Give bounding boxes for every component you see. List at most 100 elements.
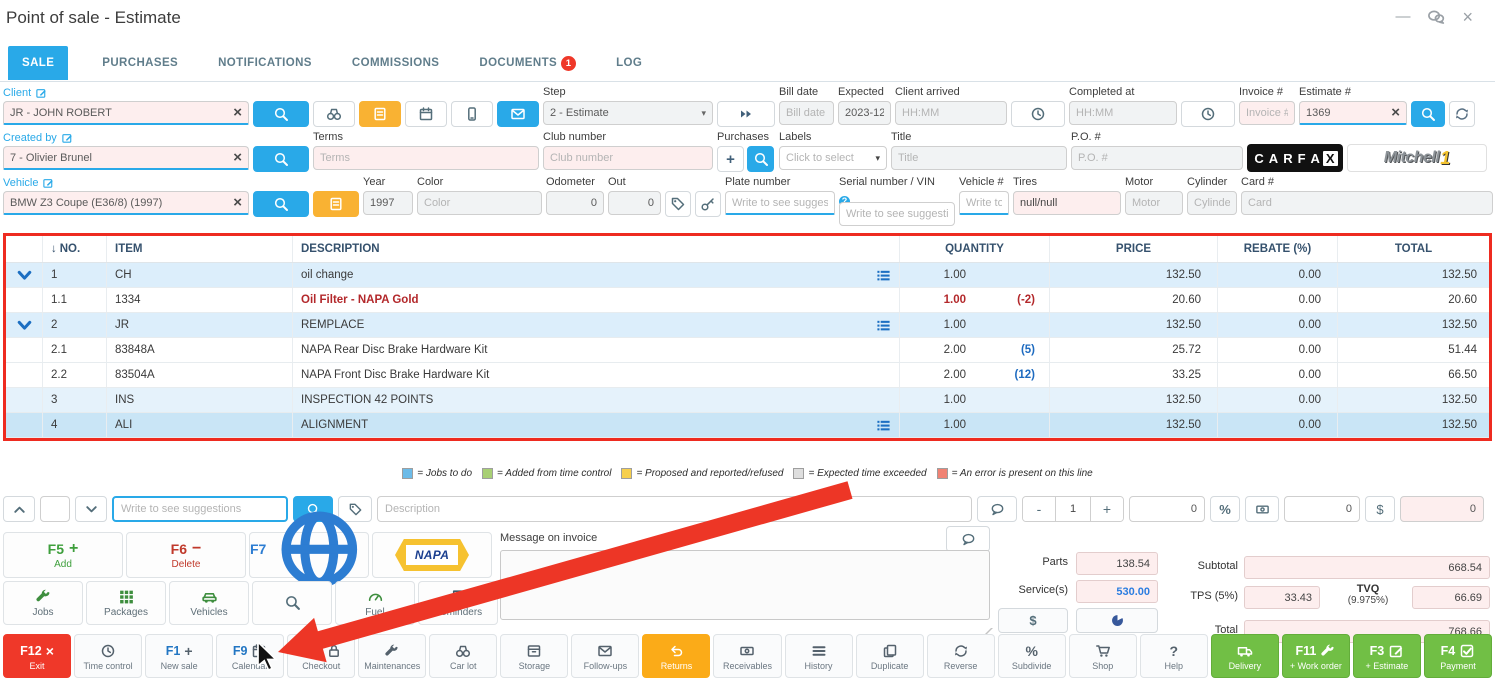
po-no-input[interactable] — [1071, 146, 1243, 170]
labels-value[interactable] — [786, 152, 871, 164]
invoice-no-input[interactable] — [1239, 101, 1295, 125]
tool-search-button[interactable] — [252, 581, 332, 625]
table-row-1[interactable]: 1CHoil change1.00132.500.00132.50 — [6, 263, 1489, 288]
tool-vehicles-button[interactable]: Vehicles — [169, 581, 249, 625]
table-row-2.1[interactable]: 2.183848ANAPA Rear Disc Brake Hardware K… — [6, 338, 1489, 363]
client-value[interactable] — [10, 107, 229, 119]
maintenances-button[interactable]: Maintenances — [358, 634, 426, 678]
terms-input[interactable] — [313, 146, 539, 170]
next-step-button[interactable] — [717, 101, 775, 127]
tab-commissions[interactable]: COMMISSIONS — [346, 46, 445, 80]
vehicle-input[interactable]: × — [3, 191, 249, 215]
terms-value[interactable] — [320, 152, 532, 164]
client-email-button[interactable] — [497, 101, 539, 127]
tool-packages-button[interactable]: Packages — [86, 581, 166, 625]
color-value[interactable] — [424, 197, 535, 209]
odometer-input[interactable] — [546, 191, 604, 215]
percent-button[interactable]: % — [1210, 496, 1240, 522]
column-rebate[interactable]: REBATE (%) — [1217, 236, 1337, 262]
plate-value[interactable] — [732, 197, 828, 209]
tires-value[interactable] — [1020, 197, 1114, 209]
completed-at-value[interactable] — [1076, 107, 1170, 119]
storage-button[interactable]: Storage — [500, 634, 568, 678]
po-no-value[interactable] — [1078, 152, 1236, 164]
client-note-button[interactable] — [359, 101, 401, 127]
title-value[interactable] — [898, 152, 1060, 164]
parts-button[interactable]: F7Parts — [249, 532, 369, 578]
arrived-clock-button[interactable] — [1011, 101, 1065, 127]
napa-button[interactable]: NAPA — [372, 532, 492, 578]
vehicle-search-button[interactable] — [253, 191, 309, 217]
line-comment-button[interactable] — [977, 496, 1017, 522]
odometer-value[interactable] — [553, 197, 597, 209]
expand-row-icon[interactable] — [16, 267, 33, 284]
tires-input[interactable] — [1013, 191, 1121, 215]
expand-row-icon[interactable] — [16, 317, 33, 334]
motor-value[interactable] — [1132, 197, 1176, 209]
created-by-input[interactable]: × — [3, 146, 249, 170]
F1-new-sale-button[interactable]: F1+New sale — [145, 634, 213, 678]
carfax-logo[interactable]: CARFAX — [1247, 144, 1343, 172]
row-menu-icon[interactable] — [876, 418, 891, 433]
edit-vehicle-icon[interactable] — [42, 177, 54, 189]
follow-ups-button[interactable]: Follow-ups — [571, 634, 639, 678]
edit-client-icon[interactable] — [35, 87, 47, 99]
estimate-refresh-button[interactable] — [1449, 101, 1475, 127]
qty-minus-button[interactable]: - — [1023, 497, 1055, 521]
vin-input[interactable] — [839, 202, 955, 226]
duplicate-button[interactable]: Duplicate — [856, 634, 924, 678]
rebate-input[interactable] — [1129, 496, 1205, 522]
pie-chart-button[interactable] — [1076, 608, 1158, 633]
table-row-1.1[interactable]: 1.11334Oil Filter - NAPA Gold1.00(-2)20.… — [6, 288, 1489, 313]
client-search-button[interactable] — [253, 101, 309, 127]
card-value[interactable] — [1248, 197, 1486, 209]
history-button[interactable]: History — [785, 634, 853, 678]
price-input[interactable] — [1284, 496, 1360, 522]
message-comment-button[interactable] — [946, 526, 990, 552]
vehicle-tag-button[interactable] — [665, 191, 691, 217]
created-by-search-button[interactable] — [253, 146, 309, 172]
banknote-button[interactable] — [1245, 496, 1279, 522]
year-input[interactable] — [363, 191, 413, 215]
row-menu-icon[interactable] — [876, 268, 891, 283]
estimate-no-input[interactable]: × — [1299, 101, 1407, 125]
year-value[interactable] — [370, 197, 406, 209]
reverse-button[interactable]: Reverse — [927, 634, 995, 678]
move-down-button[interactable] — [75, 496, 107, 522]
F3--estimate-button[interactable]: F3+ Estimate — [1353, 634, 1421, 678]
motor-input[interactable] — [1125, 191, 1183, 215]
close-button[interactable]: × — [1462, 8, 1473, 26]
line-number-input[interactable] — [40, 496, 70, 522]
returns-button[interactable]: Returns — [642, 634, 710, 678]
color-input[interactable] — [417, 191, 542, 215]
card-input[interactable] — [1241, 191, 1493, 215]
mitchell1-logo[interactable]: Mitchell1 — [1347, 144, 1487, 172]
out-value[interactable] — [615, 197, 654, 209]
F9-calendar-button[interactable]: F9Calendar — [216, 634, 284, 678]
column-no[interactable]: ↓NO. — [42, 236, 106, 262]
dollar-toggle-button[interactable]: $ — [998, 608, 1068, 633]
table-row-2.2[interactable]: 2.283504ANAPA Front Disc Brake Hardware … — [6, 363, 1489, 388]
minimize-button[interactable]: — — [1395, 8, 1410, 26]
clear-created-by-icon[interactable]: × — [233, 152, 242, 164]
F11--work-order-button[interactable]: F11+ Work order — [1282, 634, 1350, 678]
qty-plus-button[interactable]: + — [1091, 497, 1123, 521]
chat-icon[interactable] — [1426, 8, 1446, 26]
completed-clock-button[interactable] — [1181, 101, 1235, 127]
tool-reminders-button[interactable]: Reminders — [418, 581, 498, 625]
step-value[interactable] — [550, 107, 697, 119]
delivery-button[interactable]: Delivery — [1211, 634, 1279, 678]
vehicle-note-button[interactable] — [313, 191, 359, 217]
move-up-button[interactable] — [3, 496, 35, 522]
plate-input[interactable] — [725, 191, 835, 215]
row-menu-icon[interactable] — [876, 318, 891, 333]
tab-sale[interactable]: SALE — [8, 46, 68, 80]
table-row-2[interactable]: 2JRREMPLACE1.00132.500.00132.50 — [6, 313, 1489, 338]
column-price[interactable]: PRICE — [1049, 236, 1217, 262]
F4-payment-button[interactable]: F4Payment — [1424, 634, 1492, 678]
tab-log[interactable]: LOG — [610, 46, 648, 80]
club-number-input[interactable] — [543, 146, 713, 170]
F10-checkout-button[interactable]: F10Checkout — [287, 634, 355, 678]
tab-purchases[interactable]: PURCHASES — [96, 46, 184, 80]
dollar-button[interactable]: $ — [1365, 496, 1395, 522]
